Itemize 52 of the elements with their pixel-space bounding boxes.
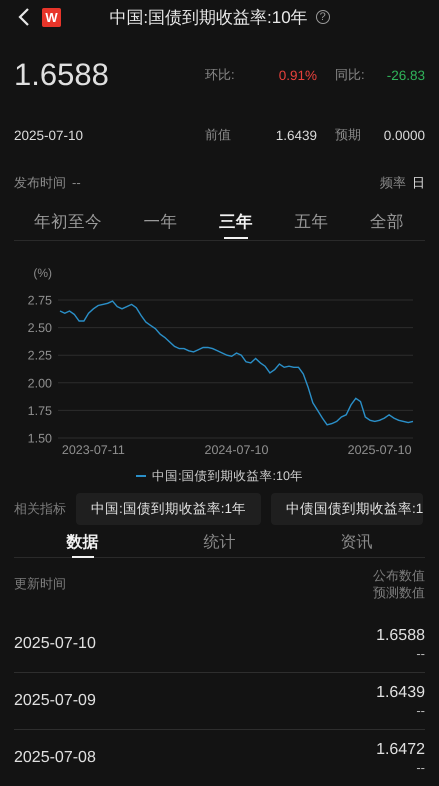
forecast-value: --: [416, 760, 425, 776]
related-indicator-chip[interactable]: 中国:国债到期收益率:1年: [76, 493, 262, 525]
column-header: 预测数值: [373, 584, 425, 601]
period-tab[interactable]: 三年: [219, 207, 253, 237]
value-date: 2025-07-10: [14, 128, 84, 142]
stat-label: 同比:: [335, 66, 365, 84]
stat-value: -26.83: [386, 68, 425, 82]
related-indicator-chip[interactable]: 中债国债到期收益率:1: [271, 493, 424, 525]
axis-label: 2023-07-11: [62, 443, 125, 457]
date-cell: 2025-07-09: [14, 692, 96, 710]
published-value: 1.6472: [376, 740, 425, 760]
stat-value: 0.91%: [278, 68, 317, 82]
frequency-value: 日: [412, 175, 425, 190]
release-label: 发布时间: [14, 175, 66, 190]
legend-label: 中国:国债到期收益率:10年: [152, 468, 303, 484]
stat-label: 环比:: [205, 66, 235, 84]
stat-value: 1.6439: [276, 128, 317, 142]
period-tab[interactable]: 年初至今: [34, 207, 102, 237]
page-title: 中国:国债到期收益率:10年: [109, 6, 308, 28]
published-value: 1.6588: [376, 626, 425, 646]
back-icon[interactable]: [18, 8, 30, 26]
axis-label: 2024-07-10: [204, 443, 268, 457]
period-tab[interactable]: 全部: [370, 207, 404, 237]
period-tab[interactable]: 五年: [294, 207, 328, 237]
axis-label: 2025-07-10: [348, 443, 412, 457]
forecast-value: --: [416, 646, 425, 662]
axis-unit: (%): [33, 266, 52, 280]
stat-label: 前值: [205, 126, 231, 144]
column-header: 公布数值: [373, 567, 425, 584]
column-header: 更新时间: [14, 575, 66, 593]
detail-tab[interactable]: 数据: [66, 530, 98, 554]
logo-badge: W: [42, 8, 61, 26]
date-cell: 2025-07-10: [14, 635, 96, 653]
forecast-value: --: [416, 703, 425, 719]
axis-label: 2.25: [28, 348, 52, 363]
detail-tab[interactable]: 资讯: [340, 530, 372, 554]
frequency-label: 频率: [380, 175, 406, 190]
related-label: 相关指标: [14, 500, 66, 518]
release-time: --: [72, 175, 81, 190]
axis-label: 2.00: [28, 376, 52, 390]
help-button[interactable]: ?: [316, 10, 330, 24]
published-value: 1.6439: [376, 683, 425, 703]
axis-label: 1.50: [28, 432, 52, 446]
axis-label: 1.75: [28, 404, 52, 418]
date-cell: 2025-07-08: [14, 749, 96, 767]
stat-value: 0.0000: [384, 128, 425, 142]
current-value: 1.6588: [14, 57, 109, 93]
stat-label: 预期: [335, 126, 361, 144]
axis-label: 2.75: [28, 294, 52, 308]
axis-label: 2.50: [28, 321, 52, 336]
period-tab[interactable]: 一年: [144, 207, 178, 237]
detail-tab[interactable]: 统计: [204, 530, 236, 554]
